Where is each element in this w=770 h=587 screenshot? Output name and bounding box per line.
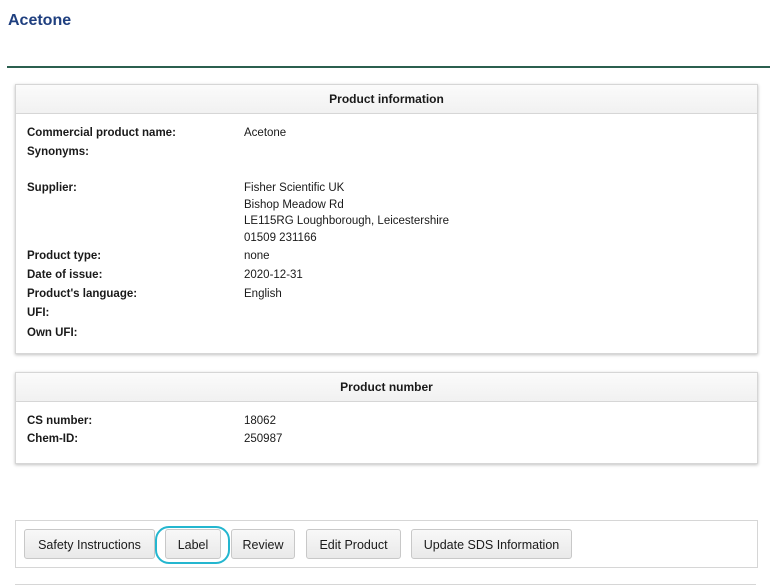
language-label: Product's language: xyxy=(27,288,138,300)
safety-instructions-button[interactable]: Safety Instructions xyxy=(24,529,155,559)
supplier-street: Bishop Meadow Rd xyxy=(244,198,344,211)
supplier-label: Supplier: xyxy=(27,182,77,194)
date-of-issue-label: Date of issue: xyxy=(27,269,103,281)
cs-number-label: CS number: xyxy=(27,415,93,427)
title-divider xyxy=(7,66,770,68)
label-button[interactable]: Label xyxy=(165,529,221,559)
product-number-panel: Product number CS number: 18062 Chem-ID:… xyxy=(15,372,758,464)
commercial-name-label: Commercial product name: xyxy=(27,127,176,139)
supplier-value: Fisher Scientific UK Bishop Meadow Rd LE… xyxy=(244,180,449,246)
update-sds-button[interactable]: Update SDS Information xyxy=(411,529,572,559)
supplier-city: LE115RG Loughborough, Leicestershire xyxy=(244,215,450,227)
chem-id-label: Chem-ID: xyxy=(27,433,79,445)
action-button-bar: Safety Instructions Label Review Edit Pr… xyxy=(15,520,758,568)
chem-id-value: 250987 xyxy=(244,433,283,445)
supplier-phone: 01509 231166 xyxy=(244,231,317,244)
product-information-panel: Product information Commercial product n… xyxy=(15,84,758,354)
commercial-name-value: Acetone xyxy=(244,127,287,139)
product-information-header: Product information xyxy=(16,85,757,114)
edit-product-button[interactable]: Edit Product xyxy=(306,529,401,559)
own-ufi-label: Own UFI: xyxy=(27,327,78,339)
language-value: English xyxy=(244,288,282,300)
page-title: Acetone xyxy=(8,12,72,29)
product-type-value: none xyxy=(244,250,270,262)
bottom-divider xyxy=(15,584,756,585)
review-button[interactable]: Review xyxy=(231,529,295,559)
cs-number-value: 18062 xyxy=(244,415,276,427)
product-type-label: Product type: xyxy=(27,250,102,262)
supplier-name: Fisher Scientific UK xyxy=(244,182,345,194)
product-number-header: Product number xyxy=(16,373,757,402)
date-of-issue-value: 2020-12-31 xyxy=(244,269,303,281)
synonyms-label: Synonyms: xyxy=(27,146,89,158)
ufi-label: UFI: xyxy=(27,307,50,319)
